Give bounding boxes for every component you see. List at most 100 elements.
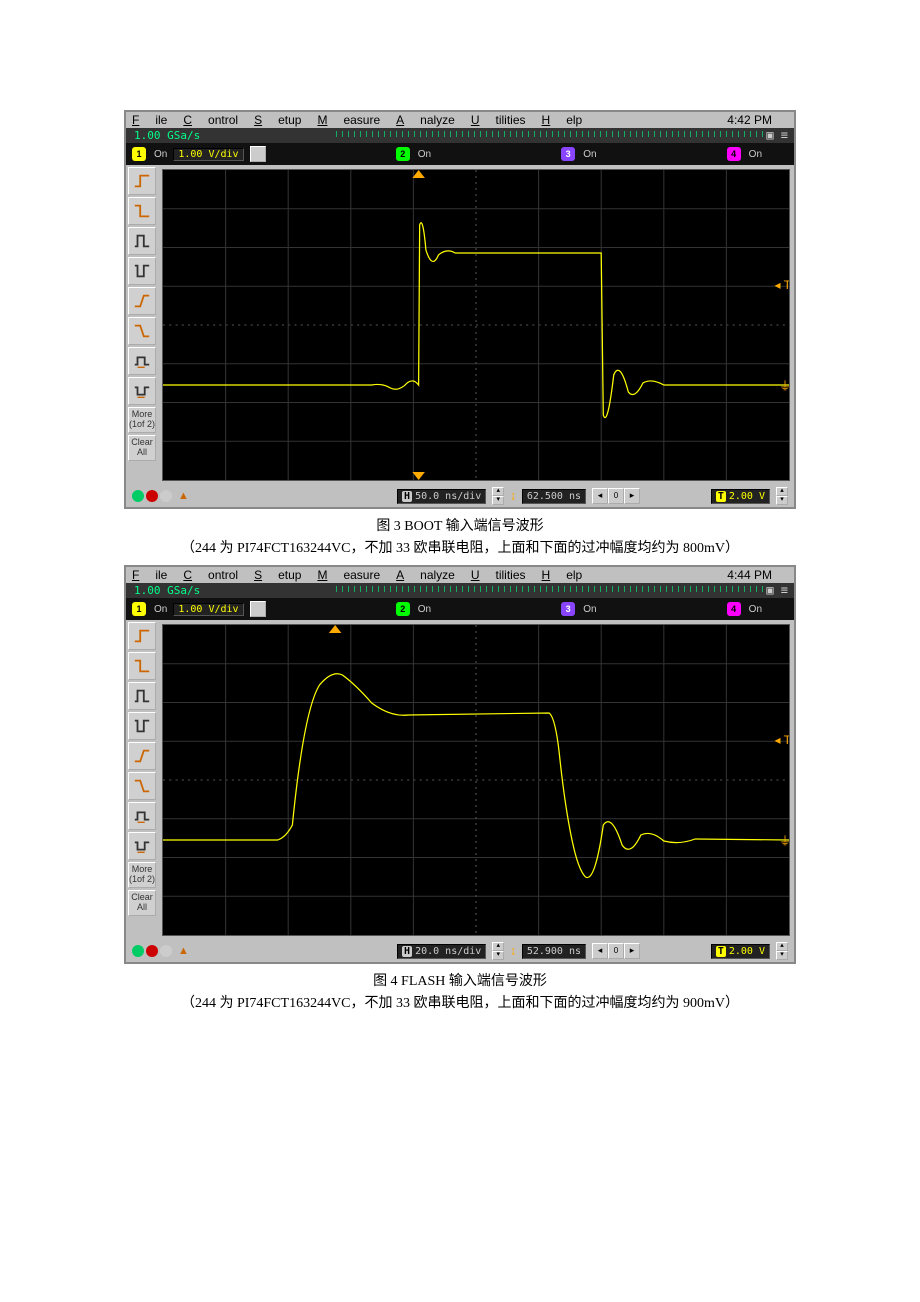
ch1-vdiv[interactable]: 1.00 V/div: [173, 603, 243, 616]
delay-box[interactable]: 62.500 ns: [522, 489, 586, 504]
neg-width-icon[interactable]: [128, 832, 156, 860]
menu-measure[interactable]: Measure: [317, 568, 380, 582]
pulse-high-icon[interactable]: [128, 682, 156, 710]
clock: 4:42 PM: [727, 113, 772, 127]
ch2-on-label: On: [418, 604, 431, 615]
menu-analyze[interactable]: Analyze: [396, 568, 455, 582]
pulse-low-icon[interactable]: [128, 712, 156, 740]
menu-setup[interactable]: Setup: [254, 113, 301, 127]
rise-measure-icon[interactable]: [128, 742, 156, 770]
rising-edge-icon[interactable]: [128, 167, 156, 195]
trigger-spinner[interactable]: ▴▾: [776, 942, 788, 960]
ch1-badge[interactable]: 1: [132, 602, 146, 616]
channel-bar: 1 On 1.00 V/div 2 On 3 On 4 On: [126, 143, 794, 165]
ch4-on-label: On: [749, 604, 762, 615]
sample-rate-value: 1.00 GSa/s: [134, 584, 200, 597]
fall-measure-icon[interactable]: [128, 317, 156, 345]
menu-measure[interactable]: Measure: [317, 113, 380, 127]
trigger-spinner[interactable]: ▴▾: [776, 487, 788, 505]
more-button[interactable]: More (1of 2): [128, 407, 156, 433]
figure4-caption: 图 4 FLASH 输入端信号波形: [124, 970, 796, 990]
trigger-level-marker: ◂ T: [775, 278, 790, 292]
ch1-on-label: On: [154, 604, 167, 615]
menu-analyze[interactable]: Analyze: [396, 113, 455, 127]
record-controls[interactable]: [132, 945, 172, 957]
ch4-badge[interactable]: 4: [727, 147, 741, 161]
timebase-box[interactable]: H20.0 ns/div: [397, 944, 486, 959]
trigger-box[interactable]: T2.00 V: [711, 489, 770, 504]
delay-ref-marker-icon: [412, 472, 425, 480]
menu-utilities[interactable]: Utilities: [471, 568, 526, 582]
figure3-caption: 图 3 BOOT 输入端信号波形: [124, 515, 796, 535]
oscilloscope-window: File Control Setup Measure Analyze Utili…: [124, 565, 796, 964]
side-toolbar: More (1of 2) Clear All: [126, 165, 160, 485]
delay-arrows[interactable]: ◂0▸: [592, 488, 640, 504]
trigger-box[interactable]: T2.00 V: [711, 944, 770, 959]
sample-rate-bar: 1.00 GSa/s ▣ ≡: [126, 128, 794, 143]
acquisition-preview: [336, 586, 764, 592]
more-button[interactable]: More (1of 2): [128, 862, 156, 888]
menu-utilities[interactable]: Utilities: [471, 113, 526, 127]
ch1-coupling-button[interactable]: [250, 601, 266, 617]
ch4-badge[interactable]: 4: [727, 602, 741, 616]
bottom-bar: ▲ H50.0 ns/div ▴▾ ↨ 62.500 ns ◂0▸ T2.00 …: [126, 485, 794, 507]
menubar: File Control Setup Measure Analyze Utili…: [126, 567, 794, 583]
delay-box[interactable]: 52.900 ns: [522, 944, 586, 959]
clear-all-button[interactable]: Clear All: [128, 435, 156, 461]
figure4-subcaption: （244 为 PI74FCT163244VC，不加 33 欧串联电阻，上面和下面…: [124, 992, 796, 1012]
run-stop-icon[interactable]: ▣ ≡: [766, 583, 788, 597]
bottom-bar: ▲ H20.0 ns/div ▴▾ ↨ 52.900 ns ◂0▸ T2.00 …: [126, 940, 794, 962]
sample-rate-bar: 1.00 GSa/s ▣ ≡: [126, 583, 794, 598]
rising-edge-icon[interactable]: [128, 622, 156, 650]
trigger-position-marker-icon: [329, 625, 342, 633]
menu-file[interactable]: File: [132, 568, 167, 582]
ch1-on-label: On: [154, 149, 167, 160]
ch3-on-label: On: [583, 604, 596, 615]
pulse-low-icon[interactable]: [128, 257, 156, 285]
pos-width-icon[interactable]: [128, 347, 156, 375]
menu-control[interactable]: Control: [183, 113, 238, 127]
menu-setup[interactable]: Setup: [254, 568, 301, 582]
rise-measure-icon[interactable]: [128, 287, 156, 315]
run-stop-icon[interactable]: ▣ ≡: [766, 128, 788, 142]
fall-measure-icon[interactable]: [128, 772, 156, 800]
trigger-position-marker-icon: [412, 170, 425, 178]
ch3-on-label: On: [583, 149, 596, 160]
pulse-high-icon[interactable]: [128, 227, 156, 255]
menu-help[interactable]: Help: [542, 568, 583, 582]
pos-width-icon[interactable]: [128, 802, 156, 830]
ch1-badge[interactable]: 1: [132, 147, 146, 161]
oscilloscope-window: FFileile Control Setup Measure Analyze U…: [124, 110, 796, 509]
menu-control[interactable]: Control: [183, 568, 238, 582]
trigger-level-marker: ◂ T: [775, 733, 790, 747]
sample-rate-value: 1.00 GSa/s: [134, 129, 200, 142]
ch2-on-label: On: [418, 149, 431, 160]
ch2-badge[interactable]: 2: [396, 147, 410, 161]
figure3-subcaption: （244 为 PI74FCT163244VC，不加 33 欧串联电阻，上面和下面…: [124, 537, 796, 557]
clock: 4:44 PM: [727, 568, 772, 582]
ch3-badge[interactable]: 3: [561, 147, 575, 161]
falling-edge-icon[interactable]: [128, 197, 156, 225]
ch4-on-label: On: [749, 149, 762, 160]
timebase-box[interactable]: H50.0 ns/div: [397, 489, 486, 504]
waveform-plot[interactable]: ◂ T ⏚: [162, 169, 790, 481]
ch1-vdiv[interactable]: 1.00 V/div: [173, 148, 243, 161]
delay-arrows[interactable]: ◂0▸: [592, 943, 640, 959]
falling-edge-icon[interactable]: [128, 652, 156, 680]
ch1-coupling-button[interactable]: [250, 146, 266, 162]
menubar: FFileile Control Setup Measure Analyze U…: [126, 112, 794, 128]
record-controls[interactable]: [132, 490, 172, 502]
channel-bar: 1 On 1.00 V/div 2 On 3 On 4 On: [126, 598, 794, 620]
menu-help[interactable]: Help: [542, 113, 583, 127]
ground-ref-marker: ⏚: [779, 832, 790, 849]
side-toolbar: More (1of 2) Clear All: [126, 620, 160, 940]
menu-file[interactable]: FFileile: [132, 113, 167, 127]
ch2-badge[interactable]: 2: [396, 602, 410, 616]
waveform-plot[interactable]: ◂ T ⏚: [162, 624, 790, 936]
clear-all-button[interactable]: Clear All: [128, 890, 156, 916]
timebase-spinner[interactable]: ▴▾: [492, 942, 504, 960]
timebase-spinner[interactable]: ▴▾: [492, 487, 504, 505]
ground-ref-marker: ⏚: [779, 377, 790, 394]
neg-width-icon[interactable]: [128, 377, 156, 405]
ch3-badge[interactable]: 3: [561, 602, 575, 616]
